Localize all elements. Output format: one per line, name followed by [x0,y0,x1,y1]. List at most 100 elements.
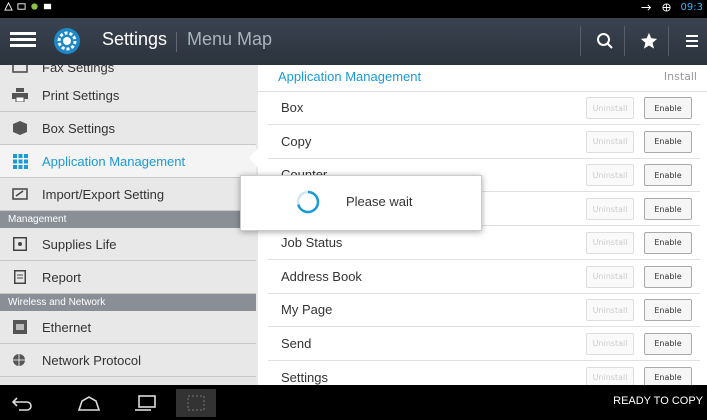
settings-gear-icon [54,28,80,54]
sidebar-item-label: Ethernet [42,319,92,335]
app-name: Send [281,335,312,351]
dialog-message: Please wait [346,194,413,209]
import-export-icon [12,187,28,201]
app-row: Send Uninstall Enable [268,327,700,361]
sidebar-item-report[interactable]: Report [0,261,256,294]
device-status-text: READY TO COPY [613,395,703,407]
warning-icon [4,2,13,11]
page-title: Settings [102,29,168,49]
app-row: Address Book Uninstall Enable [268,260,700,294]
sidebar-item-label: Application Management [42,153,186,169]
menu-icon [686,35,698,47]
sidebar-item-label: Import/Export Setting [42,186,165,202]
divider [580,26,581,56]
sidebar-item-print-settings[interactable]: Print Settings [0,79,256,112]
app-name: My Page [281,302,333,318]
favorite-icon [640,32,658,49]
system-nav-bar: READY TO COPY [0,385,707,420]
sidebar-item-box-settings[interactable]: Box Settings [0,112,256,145]
app-bar: Settings Menu Map [0,18,707,65]
search-icon [597,33,613,49]
screenshot-button[interactable] [176,389,216,417]
app-name: Address Book [281,268,362,284]
cassette-icon [43,3,52,10]
panel-header: Application Management Install [258,65,707,92]
network-icon [12,353,28,367]
apps-grid-icon [12,153,28,169]
enable-button[interactable]: Enable [644,130,692,153]
enable-button[interactable]: Enable [644,164,692,187]
drawer-menu-button[interactable] [10,29,36,53]
enable-button[interactable]: Enable [644,332,692,355]
panel-title: Application Management [278,69,422,84]
back-icon [11,397,32,411]
uninstall-button[interactable]: Uninstall [586,332,634,355]
app-row: My Page Uninstall Enable [268,293,700,328]
page-subtitle[interactable]: Menu Map [187,29,272,50]
app-row: Box Uninstall Enable [268,91,700,125]
app-name: Settings [281,369,328,385]
app-name: Box [281,100,304,115]
enable-button[interactable]: Enable [644,231,692,254]
section-header-wireless-network: Wireless and Network [0,294,256,311]
enable-button[interactable]: Enable [644,97,692,119]
app-name: Job Status [281,234,343,250]
loading-spinner-icon [296,190,320,214]
home-button[interactable] [69,389,109,417]
sidebar-item-import-export[interactable]: Import/Export Setting [0,178,256,211]
selection-caret [249,148,258,168]
sidebar-item-label: Box Settings [42,120,115,136]
report-icon [12,270,28,284]
android-icon [31,3,38,10]
app-name: Copy [281,133,312,149]
recents-button[interactable] [125,389,165,417]
uninstall-button[interactable]: Uninstall [586,366,634,385]
uninstall-button[interactable]: Uninstall [586,164,634,187]
enable-button[interactable]: Enable [644,198,692,221]
home-icon [77,396,101,411]
sidebar-item-supplies-life[interactable]: Supplies Life [0,228,256,261]
sidebar-item-label: Fax Settings [42,65,115,75]
enable-button[interactable]: Enable [644,366,692,385]
sidebar-item-ethernet[interactable]: Ethernet [0,311,256,344]
uninstall-button[interactable]: Uninstall [586,198,634,221]
clock: 09:3 [680,2,703,13]
image-icon [17,3,26,10]
fax-icon [12,65,28,74]
recents-icon [135,395,156,411]
uninstall-button[interactable]: Uninstall [586,299,634,322]
install-button[interactable]: Install [664,70,697,83]
sidebar-item-label: Print Settings [42,87,120,103]
usb-icon [641,4,651,11]
section-header-management: Management [0,211,256,228]
uninstall-button[interactable]: Uninstall [586,231,634,254]
sidebar-item-label: Report [42,269,82,285]
back-button[interactable] [2,389,42,417]
sidebar-item-application-management[interactable]: Application Management [0,145,256,178]
overflow-menu-button[interactable] [675,24,707,58]
globe-icon [661,3,671,12]
ethernet-icon [12,320,28,334]
divider [668,26,669,56]
uninstall-button[interactable]: Uninstall [586,265,634,288]
screenshot-icon [187,395,205,411]
app-row: Copy Uninstall Enable [268,125,700,159]
favorite-button[interactable] [632,24,666,58]
enable-button[interactable]: Enable [644,299,692,322]
printer-icon [12,88,28,102]
uninstall-button[interactable]: Uninstall [586,97,634,119]
sidebar: Fax Settings Print Settings Box Settings… [0,65,256,385]
sidebar-item-label: Network Protocol [42,352,141,368]
please-wait-dialog: Please wait [240,175,482,231]
sidebar-item-label: Supplies Life [42,236,117,252]
sidebar-item-network-protocol[interactable]: Network Protocol [0,344,256,377]
supplies-icon [12,237,28,251]
search-button[interactable] [588,24,622,58]
box-icon [12,121,28,135]
divider [624,26,625,56]
enable-button[interactable]: Enable [644,265,692,288]
title-divider [176,32,177,52]
uninstall-button[interactable]: Uninstall [586,130,634,153]
app-row: Settings Uninstall Enable [268,361,700,385]
status-bar: 09:3 [0,0,707,18]
